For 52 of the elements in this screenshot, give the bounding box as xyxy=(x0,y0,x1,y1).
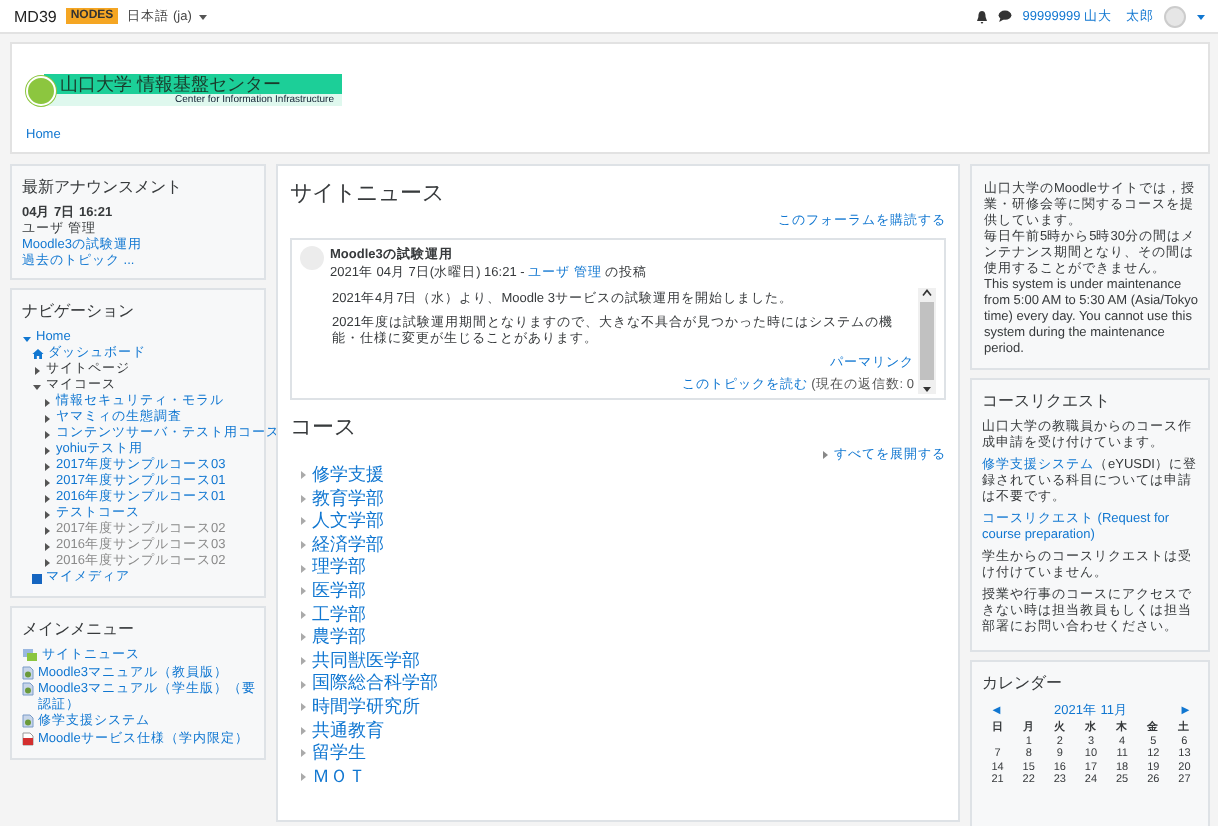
category-link[interactable]: ＭＯＴ xyxy=(312,765,366,789)
caret-right-icon xyxy=(298,772,308,783)
section-title: コース xyxy=(290,414,358,442)
category-link[interactable]: 共同獣医学部 xyxy=(312,649,420,673)
caret-right-icon xyxy=(298,702,308,713)
caret-down-icon xyxy=(197,11,208,21)
logo-title: 山口大学 情報基盤センター xyxy=(60,74,284,94)
bell-icon xyxy=(976,9,989,23)
block-title: メインメニュー xyxy=(22,618,136,640)
pdf-icon xyxy=(22,731,34,746)
category-link[interactable]: 国際総合科学部 xyxy=(312,672,438,696)
document-icon xyxy=(22,714,34,729)
forum-icon xyxy=(22,648,38,662)
category-link[interactable]: 留学生 xyxy=(312,742,366,766)
category-link[interactable]: 医学部 xyxy=(312,579,366,604)
media-icon xyxy=(32,573,42,583)
caret-right-icon xyxy=(298,632,308,643)
caret-down-icon xyxy=(922,384,932,394)
caret-right-icon xyxy=(298,540,308,551)
house-icon xyxy=(32,348,44,360)
caret-right-icon xyxy=(298,725,308,736)
block-title: ナビゲーション xyxy=(22,300,136,322)
user-avatar xyxy=(1164,5,1186,27)
section-title: サイトニュース xyxy=(290,180,446,208)
site-name: MD39 xyxy=(14,7,57,25)
chat-icon xyxy=(998,10,1013,22)
category-link[interactable]: 経済学部 xyxy=(312,533,384,557)
caret-up-icon xyxy=(922,288,932,298)
category-link[interactable]: 共通教育 xyxy=(312,719,384,743)
scrollbar[interactable] xyxy=(918,288,936,394)
block-title: コースリクエスト xyxy=(982,390,1112,412)
logo-emblem-icon xyxy=(26,75,56,105)
caret-right-icon xyxy=(298,609,308,620)
caret-right-icon xyxy=(298,656,308,667)
category-link[interactable]: 理学部 xyxy=(312,556,366,580)
caret-down-icon xyxy=(1196,11,1206,21)
caret-right-icon xyxy=(298,516,308,527)
category-link[interactable]: 教育学部 xyxy=(312,487,384,511)
caret-right-icon xyxy=(298,748,308,759)
category-link[interactable]: 時間学研究所 xyxy=(312,695,420,720)
category-link[interactable]: 農学部 xyxy=(312,626,366,650)
category-link[interactable]: 人文学部 xyxy=(312,510,384,534)
block-title: カレンダー xyxy=(982,672,1064,694)
block-title: 最新アナウンスメント xyxy=(22,176,184,198)
caret-right-icon xyxy=(298,586,308,597)
caret-right-icon xyxy=(820,450,830,460)
caret-right-icon xyxy=(298,679,308,690)
caret-right-icon xyxy=(298,493,308,504)
category-link[interactable]: 工学部 xyxy=(312,603,366,627)
caret-right-icon xyxy=(298,470,308,481)
caret-right-icon xyxy=(298,563,308,574)
category-link[interactable]: 修学支援 xyxy=(312,464,384,488)
